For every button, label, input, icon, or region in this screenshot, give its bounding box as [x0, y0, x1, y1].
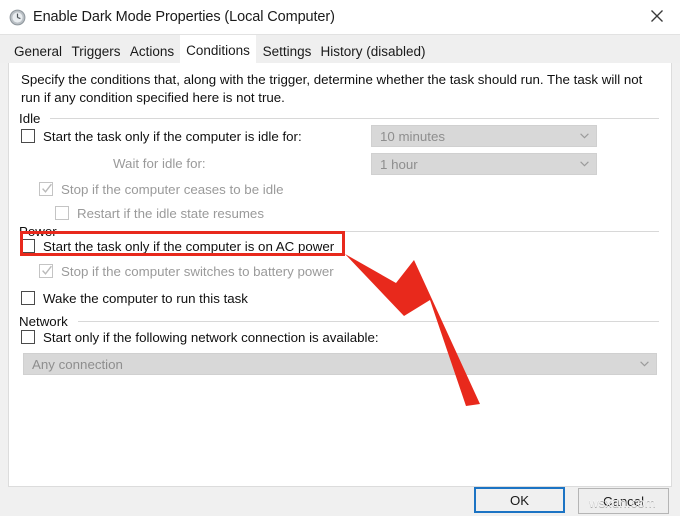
checkbox-start-if-network-available[interactable]: Start only if the following network conn… [21, 328, 379, 346]
cancel-button[interactable]: Cancel [578, 488, 669, 514]
checkbox-label: Wake the computer to run this task [43, 291, 248, 306]
tab-label: Triggers [71, 44, 120, 59]
checkbox-box [39, 182, 53, 196]
tab-general[interactable]: General [10, 38, 66, 64]
checkbox-wake-computer[interactable]: Wake the computer to run this task [21, 289, 248, 307]
ok-button[interactable]: OK [474, 487, 565, 513]
cancel-button-label: Cancel [603, 494, 644, 509]
checkbox-stop-if-ceases-idle[interactable]: Stop if the computer ceases to be idle [39, 180, 283, 198]
checkbox-box [21, 330, 35, 344]
combo-value: 10 minutes [372, 129, 445, 144]
tab-actions[interactable]: Actions [126, 38, 178, 64]
tab-conditions[interactable]: Conditions [180, 35, 256, 65]
checkbox-label: Restart if the idle state resumes [77, 206, 264, 221]
checkbox-box [39, 264, 53, 278]
checkbox-restart-if-idle-resumes[interactable]: Restart if the idle state resumes [55, 204, 264, 222]
tab-label: Settings [263, 44, 312, 59]
chevron-down-icon [580, 126, 589, 146]
conditions-description: Specify the conditions that, along with … [21, 71, 661, 107]
check-mark-icon [41, 264, 53, 277]
label-wait-for-idle: Wait for idle for: [113, 156, 206, 171]
combo-idle-duration[interactable]: 10 minutes [371, 125, 597, 147]
checkbox-label: Start only if the following network conn… [43, 330, 379, 345]
tab-label: Conditions [186, 43, 250, 58]
group-rule [67, 231, 659, 232]
checkbox-stop-on-battery-power[interactable]: Stop if the computer switches to battery… [39, 262, 334, 280]
check-mark-icon [41, 182, 53, 195]
close-button[interactable] [634, 0, 680, 32]
tab-label: History (disabled) [320, 44, 425, 59]
task-properties-window: Enable Dark Mode Properties (Local Compu… [0, 0, 680, 516]
combo-network-connection[interactable]: Any connection [23, 353, 657, 375]
tab-strip: General Triggers Actions Conditions Sett… [0, 34, 680, 63]
group-header-idle: Idle [19, 110, 659, 126]
checkbox-box [21, 129, 35, 143]
group-rule [50, 118, 659, 119]
ok-button-label: OK [510, 493, 529, 508]
window-title: Enable Dark Mode Properties (Local Compu… [33, 9, 335, 25]
tab-triggers[interactable]: Triggers [68, 38, 124, 64]
combo-wait-for-idle[interactable]: 1 hour [371, 153, 597, 175]
checkbox-box [55, 206, 69, 220]
checkbox-label: Start the task only if the computer is i… [43, 129, 302, 144]
chevron-down-icon [580, 154, 589, 174]
checkbox-box [21, 239, 35, 253]
checkbox-start-on-ac-power[interactable]: Start the task only if the computer is o… [21, 237, 334, 255]
tab-label: Actions [130, 44, 174, 59]
checkbox-start-if-idle[interactable]: Start the task only if the computer is i… [21, 127, 302, 145]
tab-label: General [14, 44, 62, 59]
group-header-network: Network [19, 313, 659, 329]
checkbox-label: Stop if the computer ceases to be idle [61, 182, 283, 197]
checkbox-box [21, 291, 35, 305]
checkbox-label: Stop if the computer switches to battery… [61, 264, 334, 279]
tab-settings[interactable]: Settings [258, 38, 316, 64]
checkbox-label: Start the task only if the computer is o… [43, 239, 334, 254]
combo-value: 1 hour [372, 157, 418, 172]
title-bar: Enable Dark Mode Properties (Local Compu… [0, 0, 680, 34]
group-label-network: Network [19, 314, 78, 329]
clock-icon [9, 9, 26, 26]
chevron-down-icon [640, 354, 649, 374]
close-icon [650, 9, 664, 23]
conditions-panel: Specify the conditions that, along with … [8, 63, 672, 487]
group-rule [78, 321, 659, 322]
combo-value: Any connection [24, 357, 123, 372]
group-label-idle: Idle [19, 111, 50, 126]
tab-history[interactable]: History (disabled) [318, 38, 428, 64]
